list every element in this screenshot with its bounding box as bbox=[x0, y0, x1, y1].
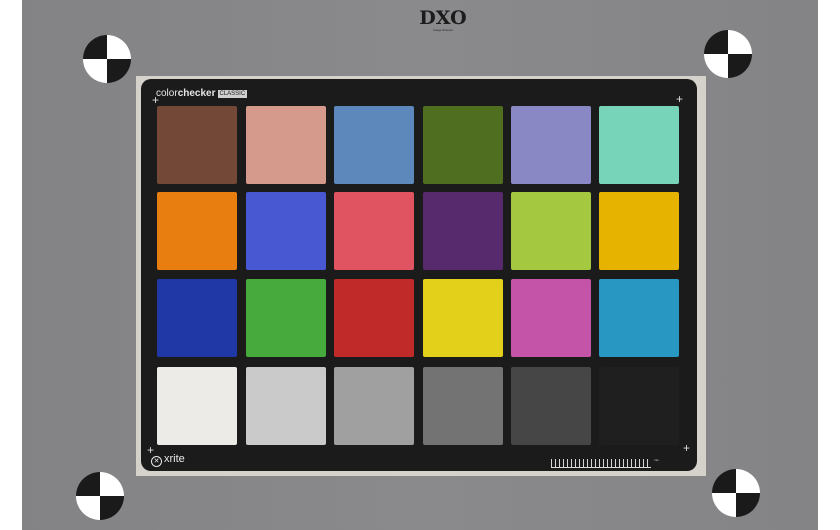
color-swatch bbox=[246, 279, 326, 357]
registration-target-bottom-left bbox=[76, 472, 124, 520]
colorchecker-brand: colorchecker CLASSIC bbox=[156, 88, 248, 99]
color-swatch bbox=[334, 192, 414, 270]
color-swatch bbox=[246, 106, 326, 184]
color-swatch bbox=[334, 279, 414, 357]
registration-target-top-left bbox=[83, 35, 131, 83]
color-swatch bbox=[599, 279, 679, 357]
brand-bold: checker bbox=[177, 88, 216, 99]
color-swatch bbox=[334, 367, 414, 445]
color-swatch bbox=[246, 367, 326, 445]
color-swatch bbox=[423, 106, 503, 184]
brand-badge: CLASSIC bbox=[217, 90, 248, 98]
xrite-logo: ✕ xrite bbox=[151, 453, 185, 467]
color-swatch bbox=[511, 106, 591, 184]
color-swatch bbox=[157, 106, 237, 184]
crosshair-icon: + bbox=[676, 92, 684, 106]
color-swatch bbox=[157, 279, 237, 357]
xrite-mark-icon: ✕ bbox=[151, 456, 162, 467]
color-swatch bbox=[511, 192, 591, 270]
crosshair-icon: + bbox=[152, 93, 160, 107]
color-swatch bbox=[157, 192, 237, 270]
color-swatch bbox=[423, 192, 503, 270]
color-swatch bbox=[246, 192, 326, 270]
xrite-wordmark: xrite bbox=[164, 453, 185, 465]
color-swatch bbox=[423, 279, 503, 357]
color-swatch bbox=[334, 106, 414, 184]
brand-prefix: color bbox=[156, 88, 178, 99]
color-swatch bbox=[599, 192, 679, 270]
crosshair-icon: + bbox=[683, 441, 691, 455]
color-swatch bbox=[511, 367, 591, 445]
colorchecker-chart: colorchecker CLASSIC + + + + ✕ xrite mm bbox=[141, 79, 697, 471]
registration-target-bottom-right bbox=[712, 469, 760, 517]
registration-target-top-right bbox=[704, 30, 752, 78]
dxo-logo-mark: DXO bbox=[419, 7, 467, 29]
color-swatch bbox=[599, 106, 679, 184]
color-swatch bbox=[157, 367, 237, 445]
color-swatch bbox=[511, 279, 591, 357]
dxo-logo: DXO Image Science bbox=[418, 8, 468, 32]
ruler-unit-label: mm bbox=[654, 458, 659, 462]
color-swatch bbox=[423, 367, 503, 445]
measurement-ruler bbox=[551, 459, 651, 468]
color-swatch bbox=[599, 367, 679, 445]
